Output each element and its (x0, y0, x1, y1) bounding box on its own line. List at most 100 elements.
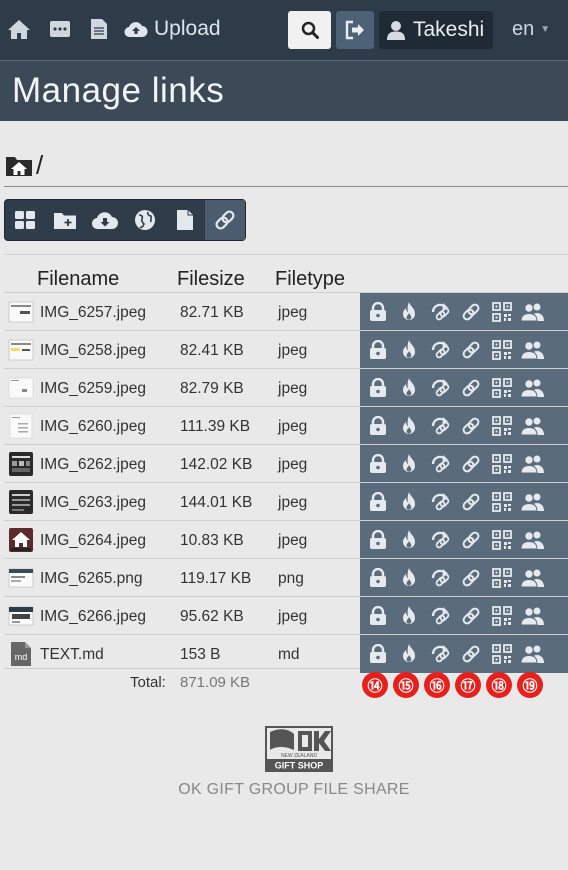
link-icon[interactable] (455, 331, 486, 369)
file-name[interactable]: IMG_6259.jpeg (40, 380, 146, 398)
file-name[interactable]: IMG_6258.jpeg (40, 342, 146, 360)
table-row[interactable]: IMG_6259.jpeg 82.79 KB jpeg (4, 368, 568, 407)
file-name[interactable]: IMG_6257.jpeg (40, 304, 146, 322)
flame-icon[interactable] (393, 407, 424, 445)
link-icon[interactable] (455, 635, 486, 673)
upload-link[interactable]: Upload (124, 14, 221, 44)
qr-code-icon[interactable] (486, 635, 517, 673)
rotate-link-icon[interactable] (424, 369, 455, 407)
breadcrumb[interactable]: / (5, 152, 43, 178)
rotate-link-icon[interactable] (424, 635, 455, 673)
rotate-link-icon[interactable] (424, 521, 455, 559)
table-row[interactable]: IMG_6266.jpeg 95.62 KB jpeg (4, 596, 568, 635)
qr-code-icon[interactable] (486, 483, 517, 521)
new-file-button[interactable] (165, 200, 205, 240)
table-row[interactable]: IMG_6262.jpeg 142.02 KB jpeg (4, 444, 568, 483)
manage-links-button[interactable] (205, 200, 245, 240)
file-name[interactable]: IMG_6260.jpeg (40, 418, 146, 436)
link-icon[interactable] (455, 407, 486, 445)
table-row[interactable]: IMG_6260.jpeg 111.39 KB jpeg (4, 406, 568, 445)
search-button[interactable] (288, 11, 331, 49)
link-icon[interactable] (455, 597, 486, 635)
table-row[interactable]: md TEXT.md 153 B md (4, 634, 568, 673)
lock-icon[interactable] (362, 445, 393, 483)
rotate-link-icon[interactable] (424, 483, 455, 521)
link-icon[interactable] (455, 293, 486, 331)
table-row[interactable]: IMG_6265.png 119.17 KB png (4, 558, 568, 597)
share-users-icon[interactable] (517, 521, 548, 559)
rotate-link-icon[interactable] (424, 445, 455, 483)
rotate-link-icon[interactable] (424, 293, 455, 331)
share-users-icon[interactable] (517, 407, 548, 445)
lock-icon[interactable] (362, 597, 393, 635)
logout-button[interactable] (336, 11, 374, 49)
lock-icon[interactable] (362, 293, 393, 331)
rotate-link-icon[interactable] (424, 407, 455, 445)
file-name[interactable]: IMG_6266.jpeg (40, 608, 146, 626)
lock-icon[interactable] (362, 407, 393, 445)
grid-view-button[interactable] (5, 200, 45, 240)
table-row[interactable]: IMG_6263.jpeg 144.01 KB jpeg (4, 482, 568, 521)
row-actions (360, 407, 568, 445)
link-icon[interactable] (455, 559, 486, 597)
file-name[interactable]: IMG_6264.jpeg (40, 532, 146, 550)
qr-code-icon[interactable] (486, 521, 517, 559)
remote-upload-button[interactable] (125, 200, 165, 240)
share-users-icon[interactable] (517, 559, 548, 597)
file-name[interactable]: IMG_6262.jpeg (40, 456, 146, 474)
qr-code-icon[interactable] (486, 559, 517, 597)
qr-code-icon[interactable] (486, 407, 517, 445)
file-name[interactable]: TEXT.md (40, 646, 104, 664)
file-name[interactable]: IMG_6263.jpeg (40, 494, 146, 512)
link-icon[interactable] (455, 369, 486, 407)
user-menu-button[interactable]: Takeshi (379, 11, 493, 49)
lock-icon[interactable] (362, 635, 393, 673)
qr-code-icon[interactable] (486, 445, 517, 483)
lock-icon[interactable] (362, 521, 393, 559)
share-users-icon[interactable] (517, 331, 548, 369)
table-row[interactable]: IMG_6258.jpeg 82.41 KB jpeg (4, 330, 568, 369)
rotate-link-icon[interactable] (424, 597, 455, 635)
share-users-icon[interactable] (517, 369, 548, 407)
flame-icon[interactable] (393, 293, 424, 331)
file-name[interactable]: IMG_6265.png (40, 570, 143, 588)
link-icon[interactable] (455, 521, 486, 559)
download-button[interactable] (85, 200, 125, 240)
qr-code-icon[interactable] (486, 331, 517, 369)
share-users-icon[interactable] (517, 597, 548, 635)
lock-icon[interactable] (362, 483, 393, 521)
table-row[interactable]: IMG_6257.jpeg 82.71 KB jpeg (4, 292, 568, 331)
column-header-filetype[interactable]: Filetype (275, 268, 345, 291)
qr-code-icon[interactable] (486, 369, 517, 407)
language-dropdown[interactable]: en ▼ (512, 16, 550, 42)
lock-icon[interactable] (362, 559, 393, 597)
flame-icon[interactable] (393, 369, 424, 407)
share-users-icon[interactable] (517, 635, 548, 673)
file-size: 111.39 KB (180, 418, 251, 435)
flame-icon[interactable] (393, 559, 424, 597)
lock-icon[interactable] (362, 369, 393, 407)
home-icon[interactable] (6, 16, 32, 42)
rotate-link-icon[interactable] (424, 331, 455, 369)
table-row[interactable]: IMG_6264.jpeg 10.83 KB jpeg (4, 520, 568, 559)
flame-icon[interactable] (393, 483, 424, 521)
ellipsis-box-icon[interactable] (47, 16, 73, 42)
document-icon[interactable] (86, 16, 112, 42)
flame-icon[interactable] (393, 445, 424, 483)
qr-code-icon[interactable] (486, 597, 517, 635)
flame-icon[interactable] (393, 331, 424, 369)
rotate-link-icon[interactable] (424, 559, 455, 597)
share-users-icon[interactable] (517, 445, 548, 483)
flame-icon[interactable] (393, 635, 424, 673)
lock-icon[interactable] (362, 331, 393, 369)
new-folder-button[interactable] (45, 200, 85, 240)
column-header-filename[interactable]: Filename (37, 268, 119, 291)
link-icon[interactable] (455, 483, 486, 521)
flame-icon[interactable] (393, 597, 424, 635)
column-header-filesize[interactable]: Filesize (177, 268, 245, 291)
flame-icon[interactable] (393, 521, 424, 559)
share-users-icon[interactable] (517, 483, 548, 521)
link-icon[interactable] (455, 445, 486, 483)
share-users-icon[interactable] (517, 293, 548, 331)
qr-code-icon[interactable] (486, 293, 517, 331)
